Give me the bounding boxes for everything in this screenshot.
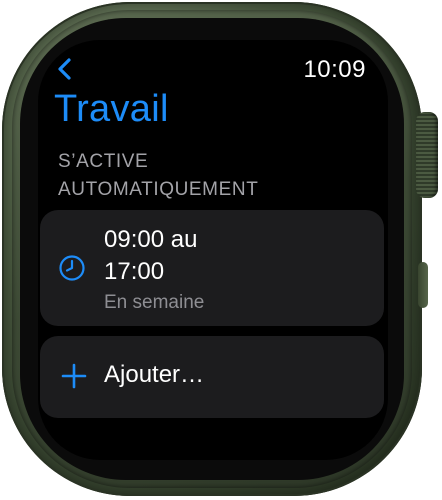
clock-icon [59,255,85,281]
section-header-line2: AUTOMATIQUEMENT [58,179,259,200]
side-button[interactable] [418,262,428,308]
digital-crown[interactable] [416,112,438,198]
watch-screen: 10:09 Travail S’ACTIVE AUTOMATIQUEMENT 0… [38,40,388,460]
schedule-days: En semaine [104,292,205,313]
section-header-line1: S’ACTIVE [58,151,149,172]
schedule-time: 09:00 au 17:00 [104,224,304,288]
page-title: Travail [54,88,169,130]
schedule-time-line2: 17:00 [104,258,165,285]
add-button[interactable]: Ajouter… [40,336,384,418]
add-label: Ajouter… [104,361,205,388]
back-chevron-icon[interactable] [54,54,76,84]
section-header: S’ACTIVE AUTOMATIQUEMENT [58,148,338,204]
schedule-item[interactable]: 09:00 au 17:00 En semaine [40,210,384,326]
schedule-time-line1: 09:00 au [104,226,198,253]
status-time: 10:09 [303,56,366,83]
plus-icon [61,363,87,389]
